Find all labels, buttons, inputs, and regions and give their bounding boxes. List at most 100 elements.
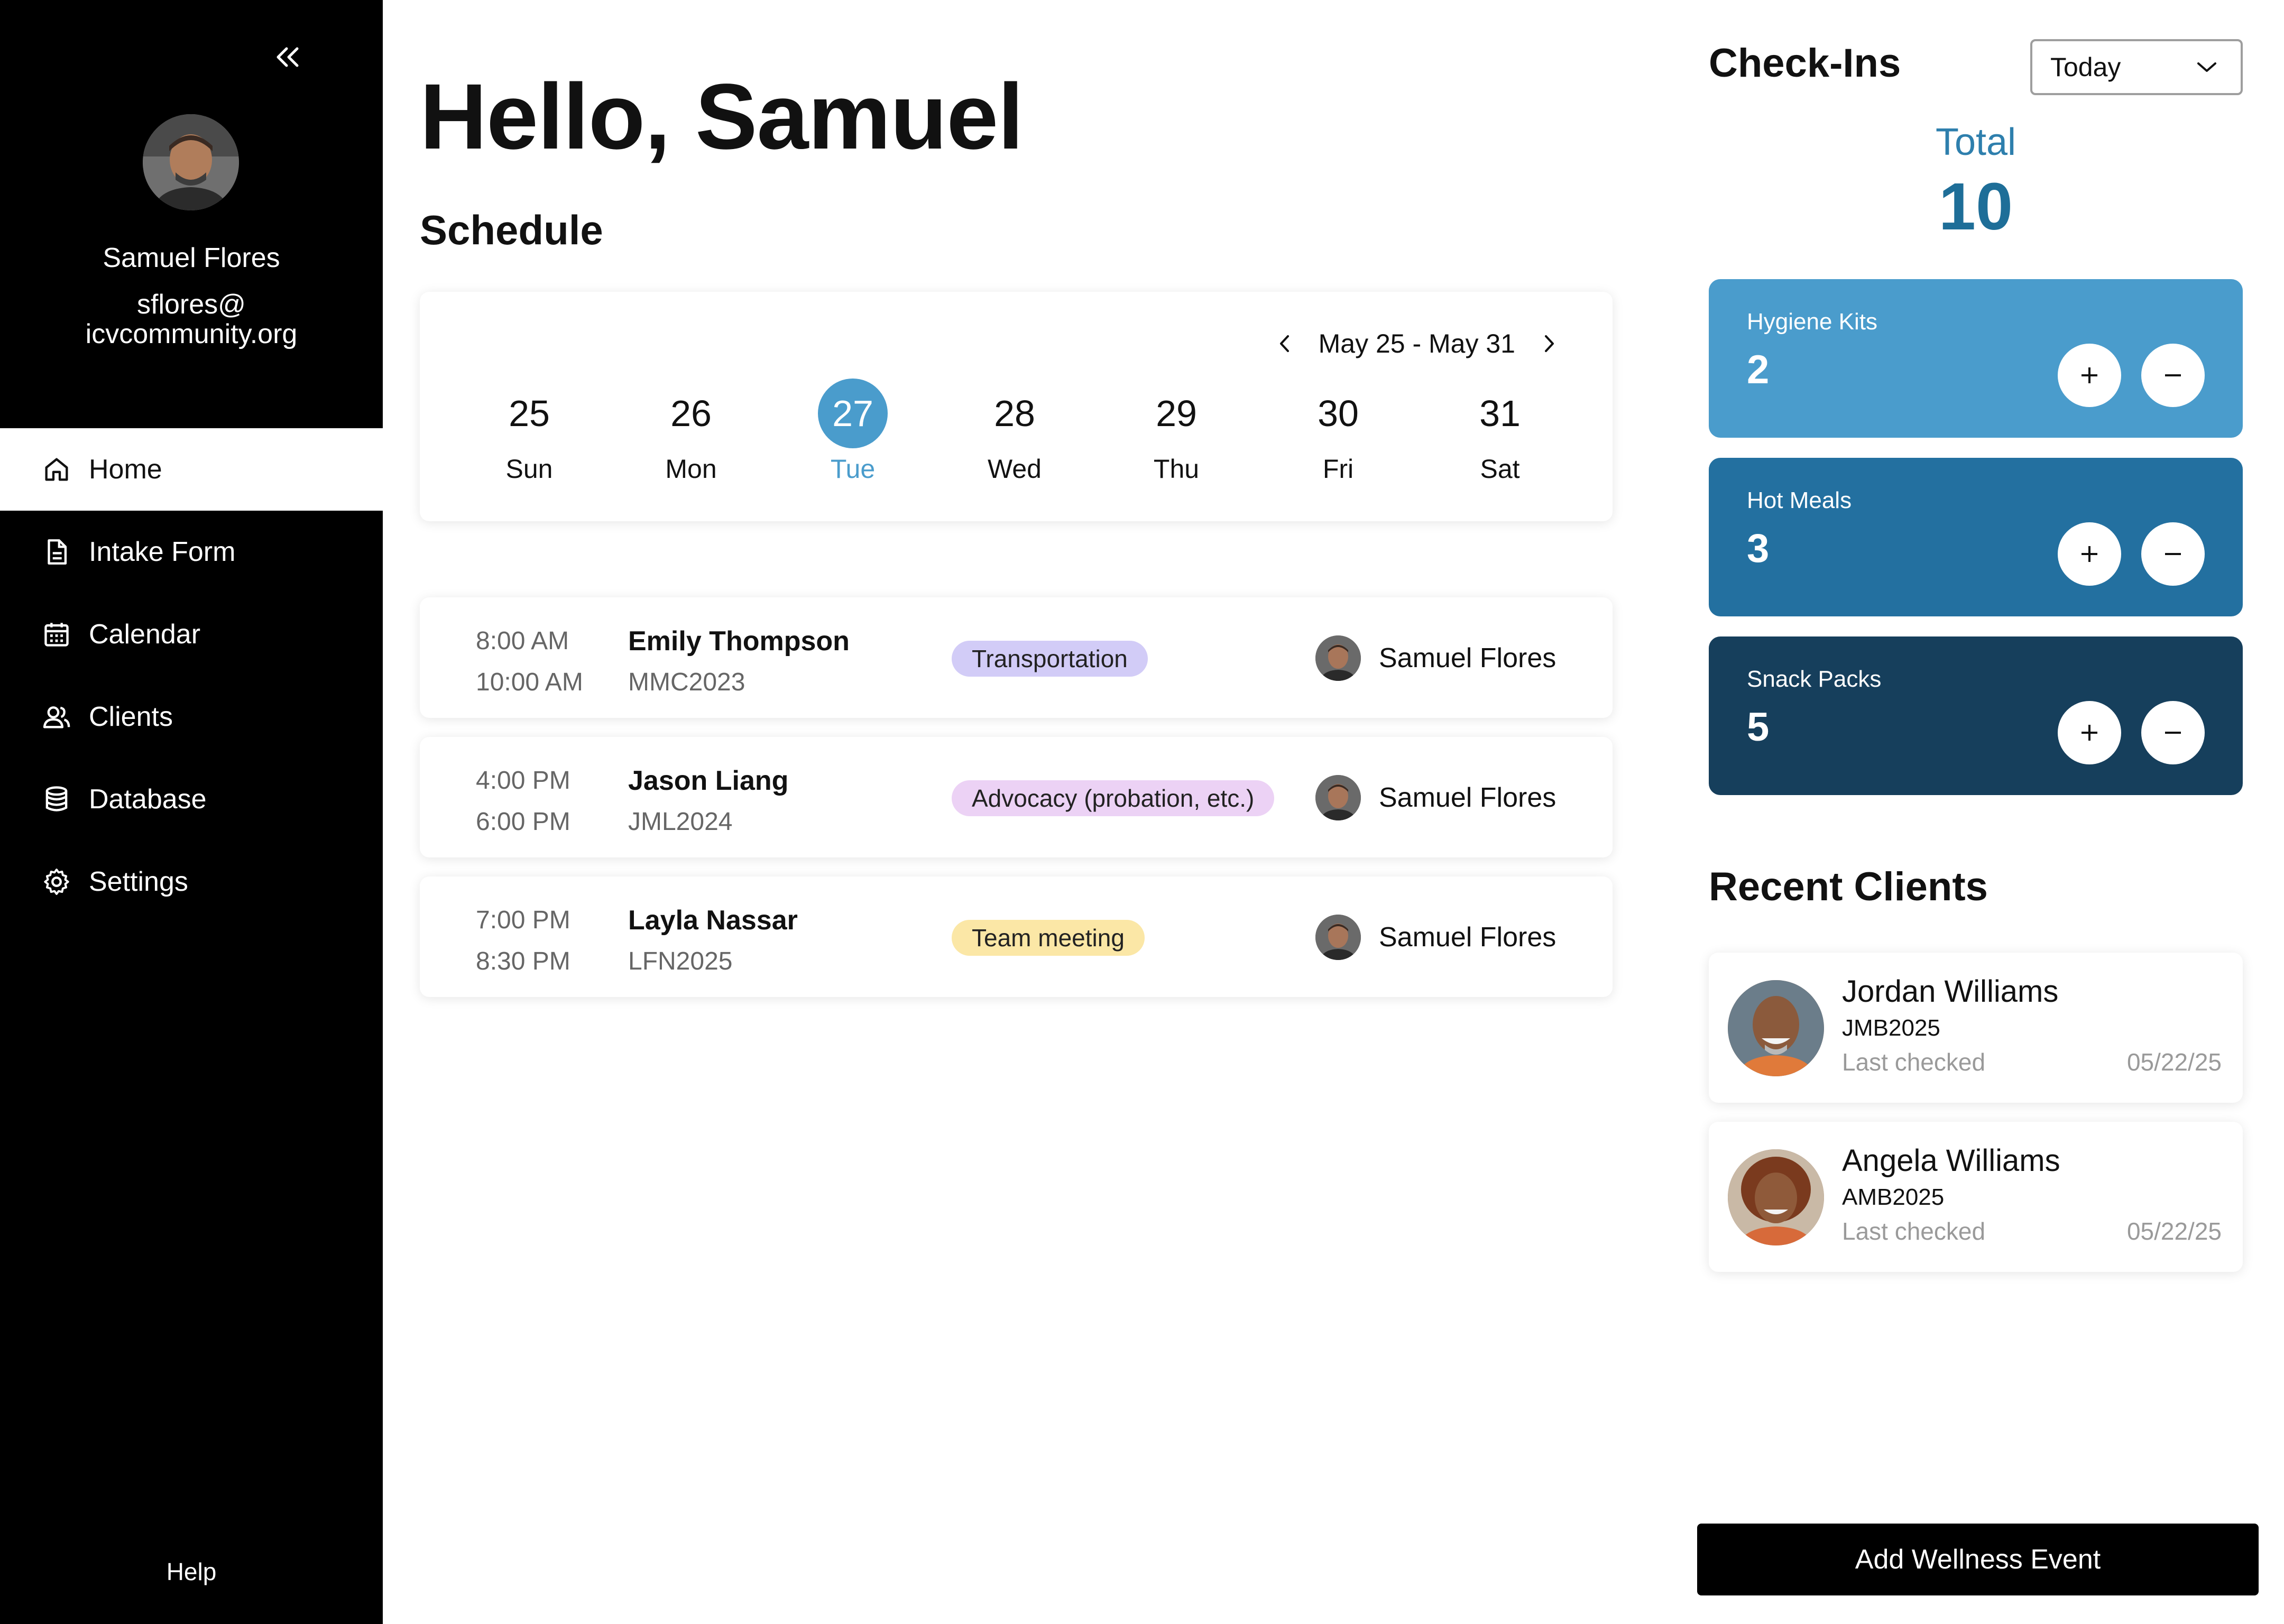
end-time: 6:00 PM bbox=[476, 808, 570, 836]
user-email-line2: icvcommunity.org bbox=[85, 319, 298, 349]
range-select-value: Today bbox=[2050, 52, 2121, 82]
plus-icon bbox=[2082, 367, 2097, 383]
client-id: JML2024 bbox=[628, 808, 733, 836]
client-avatar bbox=[1728, 980, 1824, 1076]
staff-avatar bbox=[1315, 775, 1361, 820]
end-time: 10:00 AM bbox=[476, 668, 583, 696]
staff-avatar bbox=[1315, 915, 1361, 960]
checkins-total-label: Total bbox=[1935, 121, 2016, 163]
user-name: Samuel Flores bbox=[103, 243, 280, 273]
user-avatar[interactable] bbox=[143, 114, 239, 210]
day-wed[interactable]: 28 Wed bbox=[934, 379, 1095, 484]
week-range: May 25 - May 31 bbox=[1318, 329, 1515, 358]
day-sat[interactable]: 31 Sat bbox=[1419, 379, 1581, 484]
chevron-left-icon bbox=[1279, 335, 1289, 352]
day-name: Mon bbox=[665, 454, 717, 484]
client-id: AMB2025 bbox=[1842, 1184, 1945, 1210]
client-name: Emily Thompson bbox=[628, 626, 850, 657]
counter-label: Snack Packs bbox=[1747, 666, 1882, 692]
client-name: Jason Liang bbox=[628, 765, 789, 796]
home-icon bbox=[41, 454, 72, 485]
next-week-button[interactable] bbox=[1533, 327, 1565, 361]
day-thu[interactable]: 29 Thu bbox=[1095, 379, 1257, 484]
client-id: LFN2025 bbox=[628, 947, 733, 975]
page-title: Hello, Samuel bbox=[420, 65, 1024, 169]
last-checked-date: 05/22/25 bbox=[2126, 1217, 2222, 1245]
decrement-button[interactable] bbox=[2141, 344, 2205, 407]
sidebar-item-home[interactable]: Home bbox=[0, 428, 383, 511]
day-number: 29 bbox=[1156, 393, 1197, 434]
sidebar-item-database[interactable]: Database bbox=[0, 758, 383, 841]
counter-label: Hygiene Kits bbox=[1747, 309, 1878, 335]
day-name: Sat bbox=[1480, 454, 1520, 484]
recent-client-card[interactable]: Angela Williams AMB2025 Last checked 05/… bbox=[1709, 1122, 2243, 1272]
appointment-client: Jason Liang JML2024 bbox=[628, 760, 788, 843]
database-icon bbox=[41, 784, 72, 815]
appointment-tag: Team meeting bbox=[952, 920, 1145, 956]
day-name: Wed bbox=[988, 454, 1042, 484]
checkins-heading: Check-Ins bbox=[1709, 41, 1901, 86]
start-time: 7:00 PM bbox=[476, 906, 570, 934]
appointment-tag: Advocacy (probation, etc.) bbox=[952, 780, 1275, 816]
appointment-row[interactable]: 4:00 PM 6:00 PM Jason Liang JML2024 Advo… bbox=[420, 737, 1613, 857]
sidebar-item-clients[interactable]: Clients bbox=[0, 676, 383, 758]
checkins-range-select[interactable]: Today bbox=[2030, 39, 2243, 95]
day-name: Fri bbox=[1322, 454, 1354, 484]
double-chevron-left-icon bbox=[277, 47, 299, 67]
sidebar-item-label: Clients bbox=[89, 702, 173, 732]
appointment-times: 4:00 PM 6:00 PM bbox=[476, 760, 570, 843]
week-navigation: May 25 - May 31 bbox=[1269, 327, 1565, 361]
sidebar-item-label: Database bbox=[89, 784, 207, 815]
appointment-client: Layla Nassar LFN2025 bbox=[628, 900, 798, 982]
week-days: 25 Sun 26 Mon 27 Tue 28 Wed 29 Thu 30 Fr… bbox=[420, 379, 1613, 484]
day-number: 31 bbox=[1479, 393, 1521, 434]
last-checked-label: Last checked bbox=[1842, 1217, 1986, 1245]
staff-name: Samuel Flores bbox=[1379, 922, 1557, 953]
appointment-times: 7:00 PM 8:30 PM bbox=[476, 900, 570, 982]
sidebar-item-calendar[interactable]: Calendar bbox=[0, 593, 383, 676]
previous-week-button[interactable] bbox=[1269, 327, 1301, 361]
client-name: Layla Nassar bbox=[628, 905, 798, 936]
end-time: 8:30 PM bbox=[476, 947, 570, 975]
staff-avatar bbox=[1315, 635, 1361, 681]
counter-snack-packs: Snack Packs 5 bbox=[1709, 636, 2243, 795]
client-id: JMB2025 bbox=[1842, 1015, 1940, 1041]
day-sun[interactable]: 25 Sun bbox=[448, 379, 610, 484]
week-calendar: May 25 - May 31 25 Sun 26 Mon 27 Tue 28 … bbox=[420, 292, 1613, 521]
sidebar-item-label: Settings bbox=[89, 866, 188, 897]
day-number: 30 bbox=[1318, 393, 1359, 434]
day-tue[interactable]: 27 Tue bbox=[772, 379, 934, 484]
client-avatar bbox=[1728, 1149, 1824, 1245]
day-number: 26 bbox=[670, 393, 712, 434]
assigned-staff: Samuel Flores bbox=[1315, 635, 1556, 681]
sidebar-item-label: Intake Form bbox=[89, 537, 236, 567]
client-name: Jordan Williams bbox=[1842, 974, 2059, 1009]
chevron-right-icon bbox=[1545, 335, 1554, 352]
day-fri[interactable]: 30 Fri bbox=[1257, 379, 1419, 484]
appointment-row[interactable]: 8:00 AM 10:00 AM Emily Thompson MMC2023 … bbox=[420, 597, 1613, 718]
sidebar-item-intake-form[interactable]: Intake Form bbox=[0, 511, 383, 593]
staff-name: Samuel Flores bbox=[1379, 782, 1557, 813]
sidebar-nav: Home Intake Form Calendar Clients Databa… bbox=[0, 428, 383, 923]
start-time: 4:00 PM bbox=[476, 767, 570, 795]
collapse-sidebar-button[interactable] bbox=[269, 41, 306, 73]
users-icon bbox=[41, 702, 72, 732]
sidebar-item-settings[interactable]: Settings bbox=[0, 841, 383, 923]
add-wellness-event-button[interactable]: Add Wellness Event bbox=[1697, 1524, 2259, 1595]
day-mon[interactable]: 26 Mon bbox=[610, 379, 772, 484]
recent-client-card[interactable]: Jordan Williams JMB2025 Last checked 05/… bbox=[1709, 953, 2243, 1103]
decrement-button[interactable] bbox=[2141, 701, 2205, 764]
decrement-button[interactable] bbox=[2141, 522, 2205, 586]
increment-button[interactable] bbox=[2058, 701, 2121, 764]
appointment-row[interactable]: 7:00 PM 8:30 PM Layla Nassar LFN2025 Tea… bbox=[420, 876, 1613, 997]
day-name: Tue bbox=[830, 454, 876, 484]
document-icon bbox=[41, 537, 72, 567]
increment-button[interactable] bbox=[2058, 522, 2121, 586]
client-id: MMC2023 bbox=[628, 668, 745, 696]
help-link[interactable]: Help bbox=[0, 1557, 383, 1586]
minus-icon bbox=[2165, 374, 2181, 376]
sidebar: Samuel Flores sflores@ icvcommunity.org … bbox=[0, 0, 383, 1624]
assigned-staff: Samuel Flores bbox=[1315, 775, 1556, 820]
increment-button[interactable] bbox=[2058, 344, 2121, 407]
calendar-icon bbox=[41, 619, 72, 650]
